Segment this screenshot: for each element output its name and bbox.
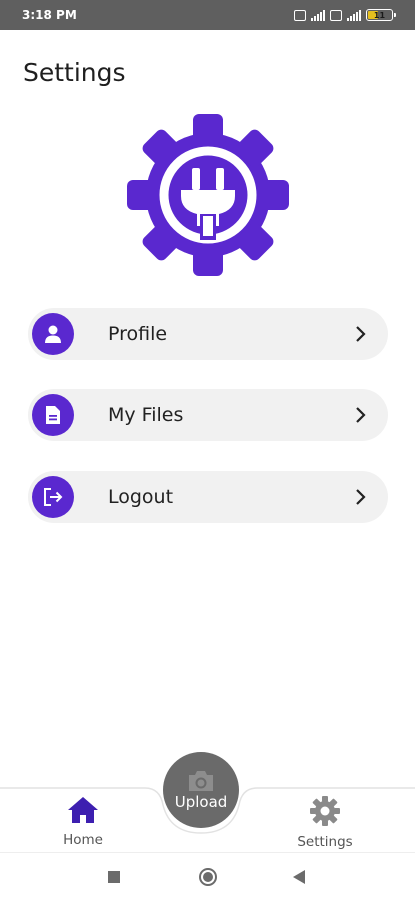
square-icon [108, 871, 120, 883]
home-system-button[interactable] [198, 867, 218, 892]
menu-item-label: Logout [108, 486, 174, 508]
status-bar: 3:18 PM 11 [0, 0, 415, 30]
notification-icon [294, 9, 306, 21]
circle-icon [199, 868, 217, 886]
nav-home[interactable]: Home [38, 795, 128, 848]
status-time: 3:18 PM [22, 8, 77, 22]
gear-plug-logo-icon [127, 114, 289, 276]
upload-label: Upload [174, 793, 228, 811]
page-title: Settings [23, 58, 126, 87]
upload-button[interactable]: Upload [163, 752, 239, 828]
home-icon [68, 797, 98, 823]
menu-item-profile[interactable]: Profile [28, 308, 388, 360]
person-icon [32, 313, 74, 355]
gear-icon [310, 796, 340, 826]
menu-item-logout[interactable]: Logout [28, 471, 388, 523]
nav-settings-label: Settings [297, 834, 353, 850]
chevron-right-icon [356, 407, 366, 423]
recents-button[interactable] [107, 870, 121, 889]
notification-icon [330, 9, 342, 21]
camera-icon [189, 771, 213, 791]
triangle-back-icon [293, 870, 305, 884]
signal-icon [311, 9, 325, 21]
document-icon [32, 394, 74, 436]
status-icons: 11 [294, 8, 396, 22]
settings-screen: 3:18 PM 11 Settings Profile My Files Log… [0, 0, 415, 900]
back-button[interactable] [292, 869, 306, 890]
logout-icon [32, 476, 74, 518]
signal-icon [347, 9, 361, 21]
battery-level: 11 [373, 10, 386, 20]
menu-item-label: My Files [108, 404, 184, 426]
chevron-right-icon [356, 326, 366, 342]
menu-item-my-files[interactable]: My Files [28, 389, 388, 441]
battery-icon: 11 [366, 9, 396, 21]
system-nav-bar [0, 852, 415, 900]
nav-settings[interactable]: Settings [280, 795, 370, 850]
menu-item-label: Profile [108, 323, 168, 345]
chevron-right-icon [356, 489, 366, 505]
nav-home-label: Home [63, 832, 103, 848]
